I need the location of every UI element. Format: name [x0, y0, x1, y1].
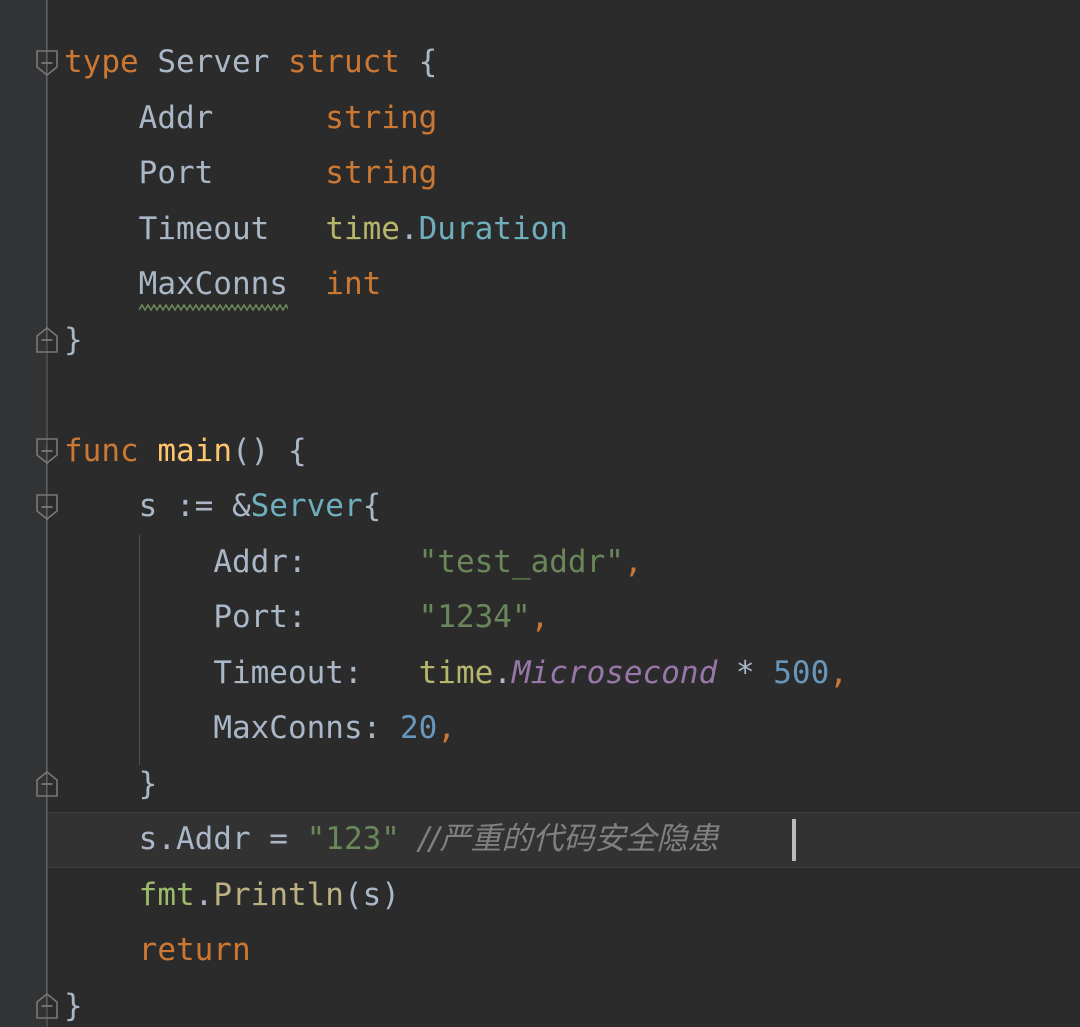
- code-token: (s): [343, 876, 400, 913]
- code-line[interactable]: Port: "1234",: [0, 590, 1080, 646]
- code-token: ,: [437, 710, 456, 746]
- code-token: string: [325, 99, 438, 136]
- fold-end-type-server-icon[interactable]: [34, 325, 60, 355]
- code-line[interactable]: Addr string: [0, 91, 1080, 147]
- code-token: 20: [399, 710, 438, 746]
- code-line[interactable]: type Server struct {: [0, 35, 1080, 91]
- code-token: //严重的代码安全隐患: [418, 821, 719, 857]
- code-token: Println: [213, 876, 344, 913]
- code-line[interactable]: }: [0, 979, 1080, 1027]
- code-token: MaxConns:: [213, 710, 382, 746]
- fold-end-struct-lit-icon[interactable]: [34, 769, 60, 799]
- fold-start-struct-lit-icon[interactable]: [34, 492, 60, 522]
- code-token: Addr:: [213, 543, 307, 580]
- code-token: Microsecond: [511, 654, 718, 691]
- code-token: s := &: [138, 488, 251, 524]
- fold-start-func-main-icon[interactable]: [34, 436, 60, 466]
- code-token: time: [418, 654, 494, 691]
- code-line[interactable]: Addr: "test_addr",: [0, 535, 1080, 591]
- code-token: Addr: [138, 99, 214, 136]
- code-line[interactable]: MaxConns: 20,: [0, 701, 1080, 757]
- code-line[interactable]: Timeout time.Duration: [0, 202, 1080, 258]
- code-token: Server: [157, 44, 270, 80]
- code-token: "123": [306, 821, 400, 857]
- code-token: struct: [287, 44, 400, 80]
- fold-start-type-server-icon[interactable]: [34, 48, 60, 78]
- code-line[interactable]: [0, 368, 1080, 424]
- code-token: Port: [138, 155, 214, 191]
- code-token: }: [64, 321, 83, 358]
- code-token: .: [493, 654, 512, 691]
- code-token: type: [64, 44, 139, 80]
- code-token: int: [325, 266, 382, 302]
- code-token: Timeout:: [213, 654, 363, 691]
- code-token: }: [64, 987, 83, 1024]
- code-token: .: [399, 210, 419, 247]
- code-token: Port:: [213, 599, 307, 635]
- code-token: ,: [623, 543, 643, 580]
- text-caret: [791, 819, 796, 861]
- fold-end-func-main-icon[interactable]: [34, 991, 60, 1021]
- code-line[interactable]: fmt.Println(s): [0, 868, 1080, 924]
- code-token: .: [194, 876, 214, 913]
- code-token: main: [157, 432, 232, 469]
- code-line[interactable]: s.Addr = "123" //严重的代码安全隐患: [0, 812, 1080, 868]
- code-token: Server: [250, 488, 363, 524]
- code-line[interactable]: }: [0, 757, 1080, 813]
- code-token: {: [362, 488, 382, 524]
- code-line[interactable]: Timeout: time.Microsecond * 500,: [0, 646, 1080, 702]
- code-token: () {: [231, 432, 307, 469]
- code-token: ,: [829, 654, 848, 691]
- code-token: string: [325, 155, 438, 191]
- code-line[interactable]: s := &Server{: [0, 479, 1080, 535]
- code-token: "test_addr": [418, 543, 624, 580]
- code-token: s.Addr =: [138, 821, 307, 857]
- code-token: Timeout: [138, 210, 270, 247]
- code-token: ,: [530, 599, 550, 635]
- code-token: time: [325, 210, 400, 247]
- code-line[interactable]: Port string: [0, 146, 1080, 202]
- code-token: *: [717, 654, 774, 691]
- code-token: Duration: [418, 210, 568, 247]
- code-editor[interactable]: type Server struct { Addr string Port st…: [0, 0, 1080, 1027]
- code-line[interactable]: func main() {: [0, 424, 1080, 480]
- code-line[interactable]: return: [0, 923, 1080, 979]
- code-token: 500: [773, 654, 830, 691]
- code-content[interactable]: type Server struct { Addr string Port st…: [0, 0, 1080, 1027]
- code-token: }: [138, 765, 158, 802]
- code-token: {: [399, 44, 438, 80]
- code-token: "1234": [418, 599, 531, 635]
- code-token: return: [138, 932, 251, 968]
- warning-squiggle: [137, 297, 290, 312]
- code-token: fmt: [138, 876, 195, 913]
- code-line[interactable]: }: [0, 313, 1080, 369]
- code-token: func: [64, 432, 139, 469]
